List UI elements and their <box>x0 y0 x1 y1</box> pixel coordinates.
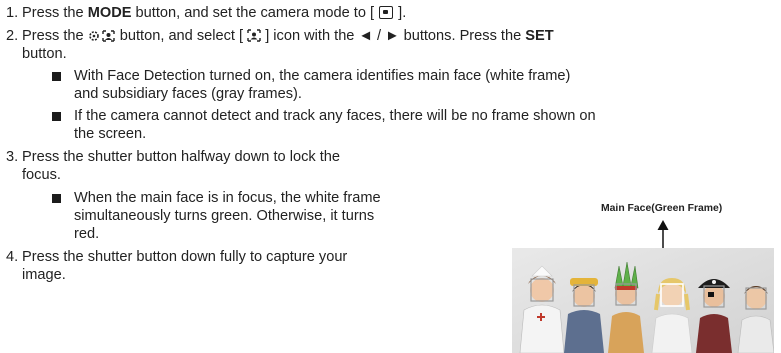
sample-photo <box>512 248 774 353</box>
face-detection-button-icon <box>88 30 115 42</box>
set-button-label: SET <box>525 28 554 44</box>
note-line: red. <box>74 226 100 242</box>
note-line: When the main face is in focus, the whit… <box>74 190 381 206</box>
mode-button-label: MODE <box>87 5 132 21</box>
bullet-icon <box>52 112 61 121</box>
step-number: 2. <box>6 28 19 44</box>
note-line: the screen. <box>74 126 147 142</box>
note-line: simultaneously turns green. Otherwise, i… <box>74 208 375 224</box>
figure-caption: Main Face(Green Frame) <box>601 203 723 214</box>
step-number: 4. <box>6 249 19 265</box>
step-text: Press the shutter button down fully to c… <box>22 249 348 265</box>
note-line: and subsidiary faces (gray frames). <box>74 86 302 102</box>
camera-mode-icon <box>379 6 394 19</box>
step-4-continuation: image. <box>22 267 66 283</box>
step-number: 1. <box>6 5 19 21</box>
bullet-icon <box>52 194 61 203</box>
step-2-continuation: button. <box>22 46 67 62</box>
face-icon <box>247 29 261 42</box>
note-line: With Face Detection turned on, the camer… <box>74 68 571 84</box>
step-3-continuation: focus. <box>22 167 61 183</box>
note-line: If the camera cannot detect and track an… <box>74 108 596 124</box>
step-text: Press the button, and select [ ] icon wi… <box>22 28 554 44</box>
step-text: Press the shutter button halfway down to… <box>22 149 340 165</box>
step-text: Press the MODE button, and set the camer… <box>22 5 407 21</box>
step-number: 3. <box>6 149 19 165</box>
bullet-icon <box>52 72 61 81</box>
